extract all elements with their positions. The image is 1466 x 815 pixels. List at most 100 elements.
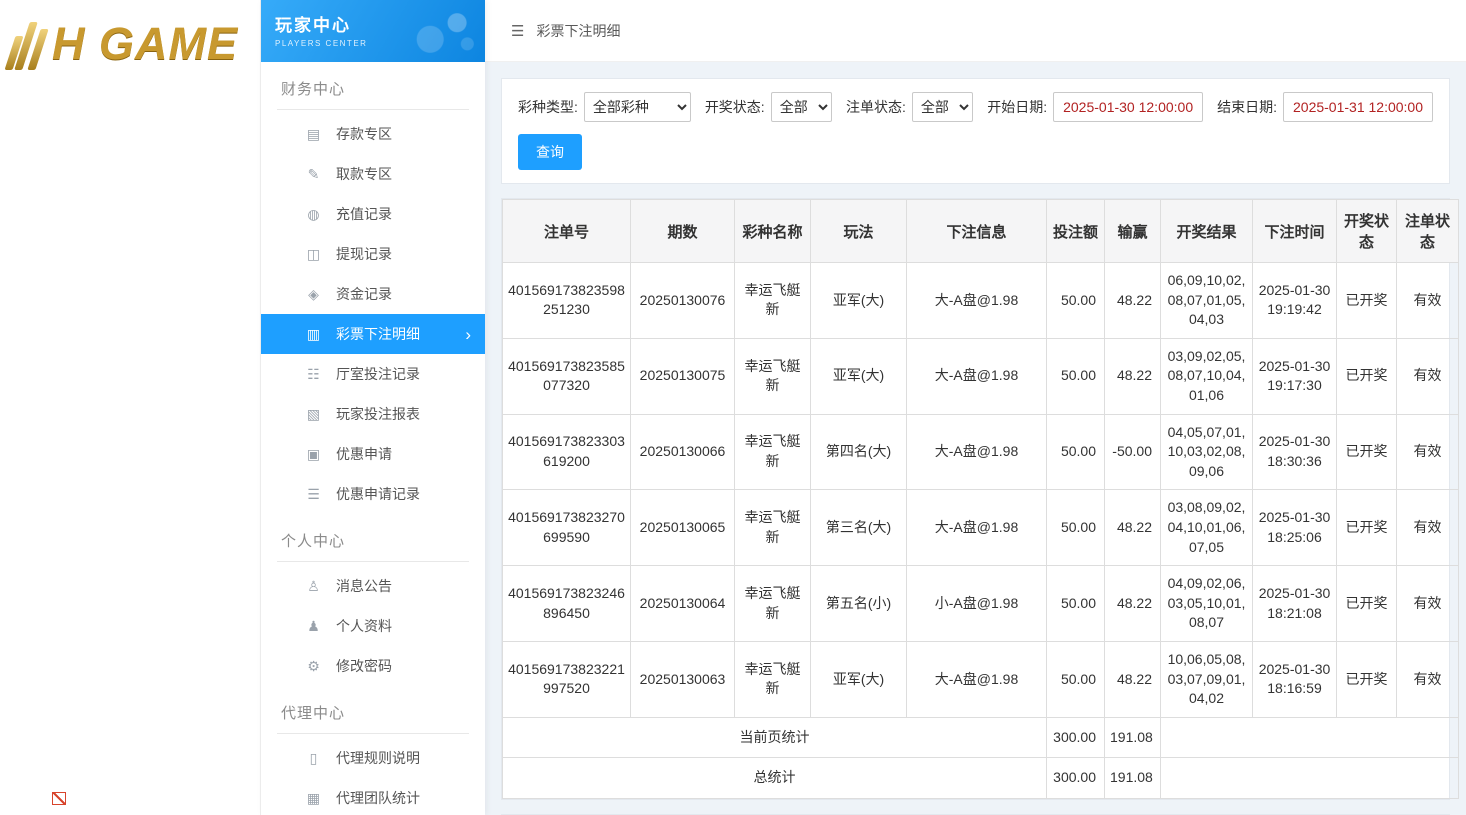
lottery-type-label: 彩种类型: [518,97,578,117]
table-cell: 2025-01-30 18:25:06 [1253,490,1337,566]
sidebar-item-label: 玩家投注报表 [336,404,420,424]
sidebar-item-hall-bet-records[interactable]: ☷厅室投注记录 [261,354,485,394]
sidebar-item-recharge-records[interactable]: ◍充值记录 [261,194,485,234]
summary-spacer [1161,717,1459,758]
table-cell: 50.00 [1047,490,1105,566]
sidebar-item-agent-rules[interactable]: ▯代理规则说明 [261,738,485,778]
table-cell: 有效 [1397,566,1459,642]
brand-logo-text: H GAME [52,18,238,70]
column-header: 开奖状态 [1337,200,1397,263]
table-cell: 20250130075 [631,338,735,414]
start-date-input[interactable] [1053,92,1203,122]
sidebar-item-label: 代理规则说明 [336,748,420,768]
end-date-input[interactable] [1283,92,1433,122]
recharge-record-icon: ◍ [305,206,322,223]
table-cell: 10,06,05,08,03,07,09,01,04,02 [1161,641,1253,717]
sidebar-item-promo-apply[interactable]: ▣优惠申请 [261,434,485,474]
lottery-type-select[interactable]: 全部彩种 [584,92,691,122]
sidebar-item-profile[interactable]: ♟ 个人资料 [261,606,485,646]
sidebar-item-label: 资金记录 [336,284,392,304]
bet-table: 注单号期数彩种名称玩法下注信息投注额输赢开奖结果下注时间开奖状态注单状态 401… [502,199,1459,799]
brand-logo: H GAME [0,0,260,70]
sidebar-nav: 财务中心 ▤存款专区 ✎ 取款专区 ◍充值记录◫提现记录◈资金记录▥彩票下注明细›☷厅室… [261,74,485,815]
table-cell: 401569173823221997520 [503,641,631,717]
table-cell: 401569173823270699590 [503,490,631,566]
sidebar-item-label: 优惠申请记录 [336,484,420,504]
table-cell: 2025-01-30 19:17:30 [1253,338,1337,414]
table-cell: 第四名(大) [811,414,907,490]
table-body: 40156917382359825123020250130076幸运飞艇新亚军(… [503,263,1459,718]
sidebar-item-change-password[interactable]: ⚙修改密码 [261,646,485,686]
table-row: 40156917382327069959020250130065幸运飞艇新第三名… [503,490,1459,566]
sidebar-section-title: 财务中心 [277,74,469,110]
table-cell: 幸运飞艇新 [735,641,811,717]
sidebar-item-label: 提现记录 [336,244,392,264]
table-cell: 50.00 [1047,414,1105,490]
announcement-icon: ♙ [305,578,322,595]
broken-image-icon [52,792,66,805]
sidebar-item-lottery-bet-details[interactable]: ▥彩票下注明细› [261,314,485,354]
table-cell: 50.00 [1047,566,1105,642]
agent-team-icon: ▦ [305,790,322,807]
filter-panel: 彩种类型: 全部彩种 开奖状态: 全部 注单状态: 全部 开始日期: 结束日期: [501,78,1450,184]
menu-toggle-icon[interactable]: ☰ [511,22,524,40]
order-status-label: 注单状态: [846,97,906,117]
sidebar-item-label: 取款专区 [336,164,392,184]
order-status-select[interactable]: 全部 [912,92,973,122]
table-cell: 已开奖 [1337,641,1397,717]
sidebar-item-withdraw-zone[interactable]: ✎ 取款专区 [261,154,485,194]
table-cell: 有效 [1397,490,1459,566]
column-header: 彩种名称 [735,200,811,263]
sidebar-item-announcements[interactable]: ♙消息公告 [261,566,485,606]
sidebar-item-deposit-zone[interactable]: ▤存款专区 [261,114,485,154]
table-row: 40156917382330361920020250130066幸运飞艇新第四名… [503,414,1459,490]
table-cell: 48.22 [1105,641,1161,717]
table-cell: -50.00 [1105,414,1161,490]
table-cell: 幸运飞艇新 [735,414,811,490]
table-cell: 20250130065 [631,490,735,566]
player-report-icon: ▧ [305,406,322,423]
main-area: ☰ 彩票下注明细 彩种类型: 全部彩种 开奖状态: 全部 注单状态: 全部 [485,0,1466,815]
draw-status-select[interactable]: 全部 [771,92,832,122]
sidebar-item-cashout-records[interactable]: ◫提现记录 [261,234,485,274]
table-cell: 已开奖 [1337,490,1397,566]
table-cell: 20250130066 [631,414,735,490]
topbar: ☰ 彩票下注明细 [485,0,1466,62]
table-cell: 06,09,10,02,08,07,01,05,04,03 [1161,263,1253,339]
column-header: 投注额 [1047,200,1105,263]
search-button[interactable]: 查询 [518,134,582,170]
table-cell: 幸运飞艇新 [735,490,811,566]
app-root: H GAME 玩家中心 PLAYERS CENTER 财务中心 ▤存款专区 ✎ 取款专… [0,0,1466,815]
sidebar-section-title: 代理中心 [277,698,469,734]
sidebar-header: 玩家中心 PLAYERS CENTER [261,0,485,62]
sidebar-item-agent-team-stats[interactable]: ▦代理团队统计 [261,778,485,815]
sidebar-item-label: 个人资料 [336,616,392,636]
sidebar: 玩家中心 PLAYERS CENTER 财务中心 ▤存款专区 ✎ 取款专区 ◍充值记录◫… [260,0,485,815]
table-cell: 401569173823585077320 [503,338,631,414]
lottery-bet-icon: ▥ [305,326,322,343]
profile-icon: ♟ [305,618,322,635]
summary-label: 当前页统计 [503,717,1047,758]
table-cell: 大-A盘@1.98 [907,263,1047,339]
sidebar-item-label: 修改密码 [336,656,392,676]
sidebar-item-promo-apply-records[interactable]: ☰优惠申请记录 [261,474,485,514]
column-header: 输赢 [1105,200,1161,263]
content: 彩种类型: 全部彩种 开奖状态: 全部 注单状态: 全部 开始日期: 结束日期: [485,62,1466,815]
gamepad-graphic [411,8,475,54]
sidebar-item-player-bet-report[interactable]: ▧ 玩家投注报表 [261,394,485,434]
table-header-row: 注单号期数彩种名称玩法下注信息投注额输赢开奖结果下注时间开奖状态注单状态 [503,200,1459,263]
sidebar-item-funds-records[interactable]: ◈资金记录 [261,274,485,314]
table-cell: 2025-01-30 18:30:36 [1253,414,1337,490]
table-cell: 小-A盘@1.98 [907,566,1047,642]
table-cell: 大-A盘@1.98 [907,414,1047,490]
table-foot: 当前页统计300.00191.08总统计300.00191.08 [503,717,1459,798]
table-cell: 亚军(大) [811,338,907,414]
sidebar-item-label: 优惠申请 [336,444,392,464]
column-header: 玩法 [811,200,907,263]
table-row: 40156917382358507732020250130075幸运飞艇新亚军(… [503,338,1459,414]
withdraw-icon: ✎ [305,166,322,183]
brand-panel: H GAME [0,0,260,815]
table-cell: 第五名(小) [811,566,907,642]
table-cell: 大-A盘@1.98 [907,338,1047,414]
page-title: 彩票下注明细 [536,21,620,41]
